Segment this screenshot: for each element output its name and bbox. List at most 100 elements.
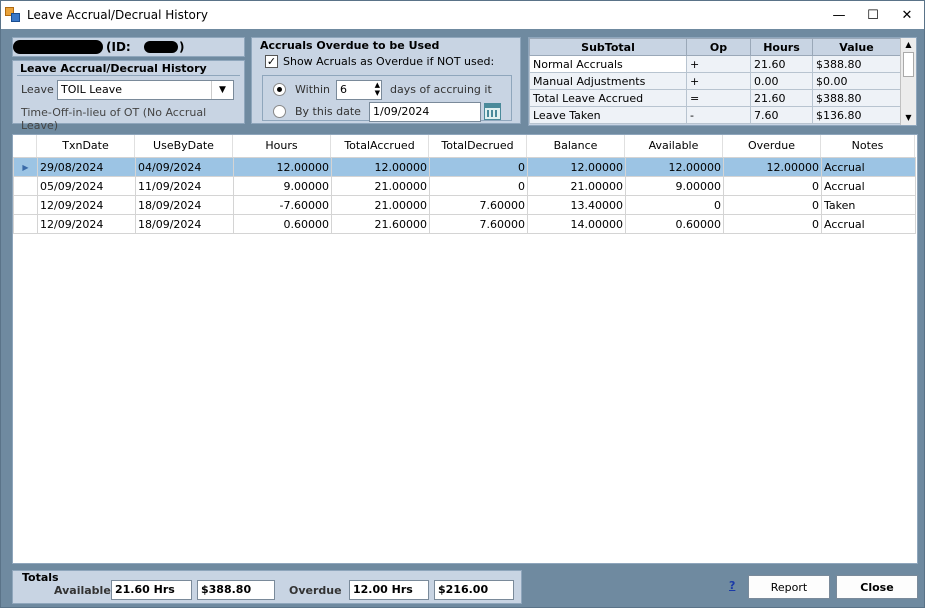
row-selector-arrow-icon[interactable]: ▶: [13, 157, 38, 177]
cell-totalaccrued[interactable]: 21.00000: [331, 195, 430, 215]
subtotal-name: Manual Adjustments: [529, 72, 687, 90]
within-days-stepper[interactable]: 6 ▲ ▼: [336, 80, 382, 100]
cell-balance[interactable]: 12.00000: [527, 157, 626, 177]
scroll-down-icon[interactable]: ▼: [901, 111, 916, 125]
overdue-hours-field: 12.00 Hrs: [349, 580, 429, 600]
cell-balance[interactable]: 21.00000: [527, 176, 626, 196]
subtotal-name: Leave Taken: [529, 106, 687, 124]
cell-hours[interactable]: 9.00000: [233, 176, 332, 196]
within-radio[interactable]: [273, 83, 286, 96]
cell-usebydate[interactable]: 11/09/2024: [135, 176, 234, 196]
cell-balance[interactable]: 14.00000: [527, 214, 626, 234]
stepper-arrows-icon[interactable]: ▲ ▼: [375, 81, 380, 97]
within-label: Within: [295, 83, 331, 96]
table-row[interactable]: 12/09/2024 18/09/2024 0.60000 21.60000 7…: [13, 214, 916, 234]
col-balance[interactable]: Balance: [527, 135, 625, 157]
table-row[interactable]: 05/09/2024 11/09/2024 9.00000 21.00000 0…: [13, 176, 916, 196]
col-overdue[interactable]: Overdue: [723, 135, 821, 157]
cell-available[interactable]: 0: [625, 195, 724, 215]
by-date-field[interactable]: 1/09/2024: [369, 102, 481, 122]
cell-overdue[interactable]: 12.00000: [723, 157, 822, 177]
cell-totalaccrued[interactable]: 12.00000: [331, 157, 430, 177]
col-usebydate[interactable]: UseByDate: [135, 135, 233, 157]
row-selector[interactable]: [13, 214, 38, 234]
window-title: Leave Accrual/Decrual History: [27, 8, 208, 22]
by-date-radio[interactable]: [273, 105, 286, 118]
history-group-title: Leave Accrual/Decrual History: [20, 62, 207, 75]
row-selector[interactable]: [13, 176, 38, 196]
close-button[interactable]: Close: [836, 575, 918, 599]
employee-id-suffix: ): [179, 40, 185, 54]
cell-totalaccrued[interactable]: 21.00000: [331, 176, 430, 196]
scrollbar-thumb[interactable]: [903, 52, 914, 77]
subtotal-name: Total Leave Accrued: [529, 89, 687, 107]
subtotal-hours: 21.60: [750, 55, 813, 73]
calendar-icon[interactable]: [484, 103, 501, 120]
show-overdue-checkbox[interactable]: ✓: [265, 55, 278, 68]
maximize-button[interactable]: ☐: [856, 1, 890, 29]
employee-panel: (ID: ): [12, 37, 245, 57]
cell-totaldecrued[interactable]: 0: [429, 157, 528, 177]
help-link[interactable]: ?: [729, 579, 735, 592]
cell-overdue[interactable]: 0: [723, 176, 822, 196]
leave-select[interactable]: TOIL Leave ▼: [57, 80, 234, 100]
subtotal-value: $388.80: [812, 89, 901, 107]
minimize-button[interactable]: —: [822, 1, 856, 29]
subtotal-name: Normal Accruals: [529, 55, 687, 73]
op-header[interactable]: Op: [686, 38, 751, 56]
cell-notes[interactable]: Accrual: [821, 214, 916, 234]
col-notes[interactable]: Notes: [821, 135, 915, 157]
overdue-value-field: $216.00: [434, 580, 514, 600]
cell-notes[interactable]: Taken: [821, 195, 916, 215]
cell-totaldecrued[interactable]: 0: [429, 176, 528, 196]
cell-txndate[interactable]: 12/09/2024: [37, 195, 136, 215]
subtotal-header[interactable]: SubTotal: [529, 38, 687, 56]
subtotal-row[interactable]: Normal Accruals + 21.60 $388.80: [529, 55, 901, 73]
hours-header[interactable]: Hours: [750, 38, 813, 56]
subtotal-row[interactable]: Leave Taken - 7.60 $136.80: [529, 106, 901, 124]
cell-hours[interactable]: 0.60000: [233, 214, 332, 234]
col-totalaccrued[interactable]: TotalAccrued: [331, 135, 429, 157]
table-row[interactable]: ▶ 29/08/2024 04/09/2024 12.00000 12.0000…: [13, 157, 916, 177]
cell-txndate[interactable]: 29/08/2024: [37, 157, 136, 177]
cell-totaldecrued[interactable]: 7.60000: [429, 214, 528, 234]
scroll-up-icon[interactable]: ▲: [901, 38, 916, 52]
subtotal-value: $0.00: [812, 72, 901, 90]
cell-balance[interactable]: 13.40000: [527, 195, 626, 215]
cell-usebydate[interactable]: 18/09/2024: [135, 214, 234, 234]
value-header[interactable]: Value: [812, 38, 901, 56]
cell-usebydate[interactable]: 04/09/2024: [135, 157, 234, 177]
close-window-button[interactable]: ✕: [890, 1, 924, 29]
cell-hours[interactable]: 12.00000: [233, 157, 332, 177]
cell-available[interactable]: 12.00000: [625, 157, 724, 177]
cell-overdue[interactable]: 0: [723, 214, 822, 234]
col-available[interactable]: Available: [625, 135, 723, 157]
subtotal-row[interactable]: Total Leave Accrued = 21.60 $388.80: [529, 89, 901, 107]
col-hours[interactable]: Hours: [233, 135, 331, 157]
cell-available[interactable]: 0.60000: [625, 214, 724, 234]
report-button[interactable]: Report: [748, 575, 830, 599]
cell-txndate[interactable]: 12/09/2024: [37, 214, 136, 234]
col-totaldecrued[interactable]: TotalDecrued: [429, 135, 527, 157]
subtotal-row[interactable]: Manual Adjustments + 0.00 $0.00: [529, 72, 901, 90]
cell-notes[interactable]: Accrual: [821, 157, 916, 177]
cell-notes[interactable]: Accrual: [821, 176, 916, 196]
table-row[interactable]: 12/09/2024 18/09/2024 -7.60000 21.00000 …: [13, 195, 916, 215]
overdue-group-title: Accruals Overdue to be Used: [260, 39, 440, 52]
cell-txndate[interactable]: 05/09/2024: [37, 176, 136, 196]
row-selector[interactable]: [13, 195, 38, 215]
chevron-down-icon[interactable]: ▼: [211, 81, 233, 99]
subtotal-value: $388.80: [812, 55, 901, 73]
cell-overdue[interactable]: 0: [723, 195, 822, 215]
row-selector-header: [13, 135, 37, 157]
cell-totalaccrued[interactable]: 21.60000: [331, 214, 430, 234]
subtotal-hours: 21.60: [750, 89, 813, 107]
col-txndate[interactable]: TxnDate: [37, 135, 135, 157]
subtotal-scrollbar[interactable]: ▲ ▼: [900, 38, 916, 125]
cell-available[interactable]: 9.00000: [625, 176, 724, 196]
cell-hours[interactable]: -7.60000: [233, 195, 332, 215]
history-group: Leave Accrual/Decrual History Leave TOIL…: [12, 60, 245, 132]
cell-usebydate[interactable]: 18/09/2024: [135, 195, 234, 215]
overdue-label: Overdue: [289, 584, 342, 597]
cell-totaldecrued[interactable]: 7.60000: [429, 195, 528, 215]
